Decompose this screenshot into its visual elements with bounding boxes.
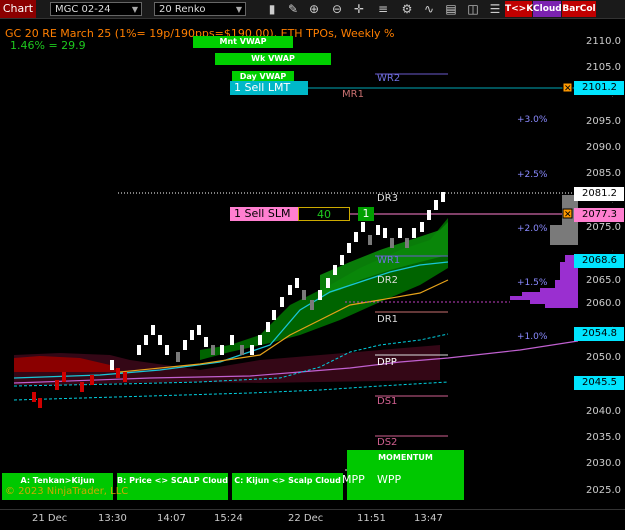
price-tick: 2035.0 <box>586 432 621 443</box>
time-tick: 22 Dec <box>288 513 324 524</box>
zoom-in-icon[interactable]: ⊕ <box>305 1 323 17</box>
chart-toolbar: Chart MGC 02-24 ▼ 20 Renko ▼ ▮ ✎ ⊕ ⊖ ✛ ≡… <box>0 0 625 19</box>
zoom-out-icon[interactable]: ⊖ <box>328 1 346 17</box>
slm-price-tag: 2077.3 <box>574 208 624 222</box>
barcol-button[interactable]: BarCol <box>562 1 596 17</box>
price-tick-hidden: 2055.0 <box>612 325 613 336</box>
pct-1-5: +1.5% <box>517 278 548 288</box>
time-tick: 21 Dec <box>32 513 68 524</box>
indicators-icon[interactable]: ∿ <box>420 1 438 17</box>
properties-icon[interactable]: ≡ <box>374 1 392 17</box>
templates-icon[interactable]: ▤ <box>442 1 460 17</box>
mr1-label: MR1 <box>342 89 364 100</box>
copyright-text: © 2023 NinjaTrader, LLC <box>5 486 129 497</box>
price-tick: 2030.0 <box>586 458 621 469</box>
price-tick-hidden: 2070.0 <box>612 249 613 260</box>
price-scalp-cloud-alert-button[interactable]: B: Price <> SCALP Cloud <box>117 473 228 500</box>
price-tick: 2040.0 <box>586 406 621 417</box>
order-quantity[interactable]: 40 <box>298 207 350 221</box>
instrument-value: MGC 02-24 <box>55 4 111 15</box>
ds1-label: DS1 <box>377 396 398 407</box>
price-tick: 2075.0 <box>586 222 621 233</box>
time-tick: 14:07 <box>157 513 186 524</box>
ds2-label: DS2 <box>377 437 398 448</box>
price-tick: 2090.0 <box>586 142 621 153</box>
price-tick: 2025.0 <box>586 485 621 496</box>
price-tick: 2085.0 <box>586 168 621 179</box>
wr1-label: WR1 <box>377 255 401 266</box>
dr1-label: DR1 <box>377 314 399 325</box>
tk-button[interactable]: T<>K <box>505 1 533 17</box>
price-tick-hidden: 2045.0 <box>612 379 613 390</box>
bar-type-selector[interactable]: 20 Renko ▼ <box>154 2 246 16</box>
wr2-label: WR2 <box>377 73 401 84</box>
price-tick: 2060.0 <box>586 298 621 309</box>
pct-1-0: +1.0% <box>517 332 548 342</box>
price-tick: 2050.0 <box>586 352 621 363</box>
momentum-label: MOMENTUM <box>378 453 433 462</box>
svg-text:✕: ✕ <box>564 84 572 94</box>
dpp-label: DPP <box>377 357 397 368</box>
svg-text:✕: ✕ <box>564 210 572 220</box>
time-tick: 13:47 <box>414 513 443 524</box>
chart-style-icon[interactable]: ▮ <box>263 1 281 17</box>
price-tick: 2105.0 <box>586 62 621 73</box>
cloud-button[interactable]: Cloud <box>533 1 562 17</box>
dr2-label: DR2 <box>377 275 399 286</box>
mnt-vwap-label: Mnt VWAP <box>193 36 293 48</box>
pct-2-5: +2.5% <box>517 170 548 180</box>
chevron-down-icon: ▼ <box>235 5 242 14</box>
chevron-down-icon: ▼ <box>131 5 138 14</box>
crosshair-icon[interactable]: ✛ <box>350 1 368 17</box>
kijun-scalp-cloud-alert-button[interactable]: C: Kijun <> Scalp Cloud <box>232 473 343 500</box>
dpp-price-tag: 2054.8 <box>574 327 624 341</box>
last-price-tag: 2081.2 <box>574 187 624 201</box>
time-tick: 15:24 <box>214 513 243 524</box>
time-tick: 13:30 <box>98 513 127 524</box>
strategies-icon[interactable]: ⚙ <box>398 1 416 17</box>
mpp-label: MPP <box>342 473 365 486</box>
day-price-tag: 2045.5 <box>574 376 624 390</box>
price-tick-hidden: 2080.0 <box>612 195 613 206</box>
wk-vwap-label: Wk VWAP <box>215 53 331 65</box>
pct-3-0: +3.0% <box>517 115 548 125</box>
time-tick: 11:51 <box>357 513 386 524</box>
pct-2-0: +2.0% <box>517 224 548 234</box>
lmt-price-tag: 2101.2 <box>574 81 624 95</box>
sell-slm-order[interactable]: 1 Sell SLM <box>230 207 300 221</box>
chart-trader-icon[interactable]: ◫ <box>464 1 482 17</box>
price-tick-hidden: 2100.0 <box>612 89 613 100</box>
chart-tab[interactable]: Chart <box>0 0 36 18</box>
wr1-price-tag: 2068.6 <box>574 254 624 268</box>
instrument-selector[interactable]: MGC 02-24 ▼ <box>50 2 142 16</box>
more-icon[interactable]: ☰ <box>486 1 504 17</box>
sell-lmt-order[interactable]: 1 Sell LMT <box>230 81 308 95</box>
price-tick: 2095.0 <box>586 116 621 127</box>
price-tick: 2110.0 <box>586 36 621 47</box>
order-count[interactable]: 1 <box>358 207 374 221</box>
chart-subtitle: 1.46% = 29.9 <box>10 39 86 52</box>
dr3-label: DR3 <box>377 193 399 204</box>
draw-icon[interactable]: ✎ <box>284 1 302 17</box>
wpp-label: WPP <box>377 473 402 486</box>
price-tick: 2065.0 <box>586 275 621 286</box>
bar-type-value: 20 Renko <box>159 4 206 15</box>
